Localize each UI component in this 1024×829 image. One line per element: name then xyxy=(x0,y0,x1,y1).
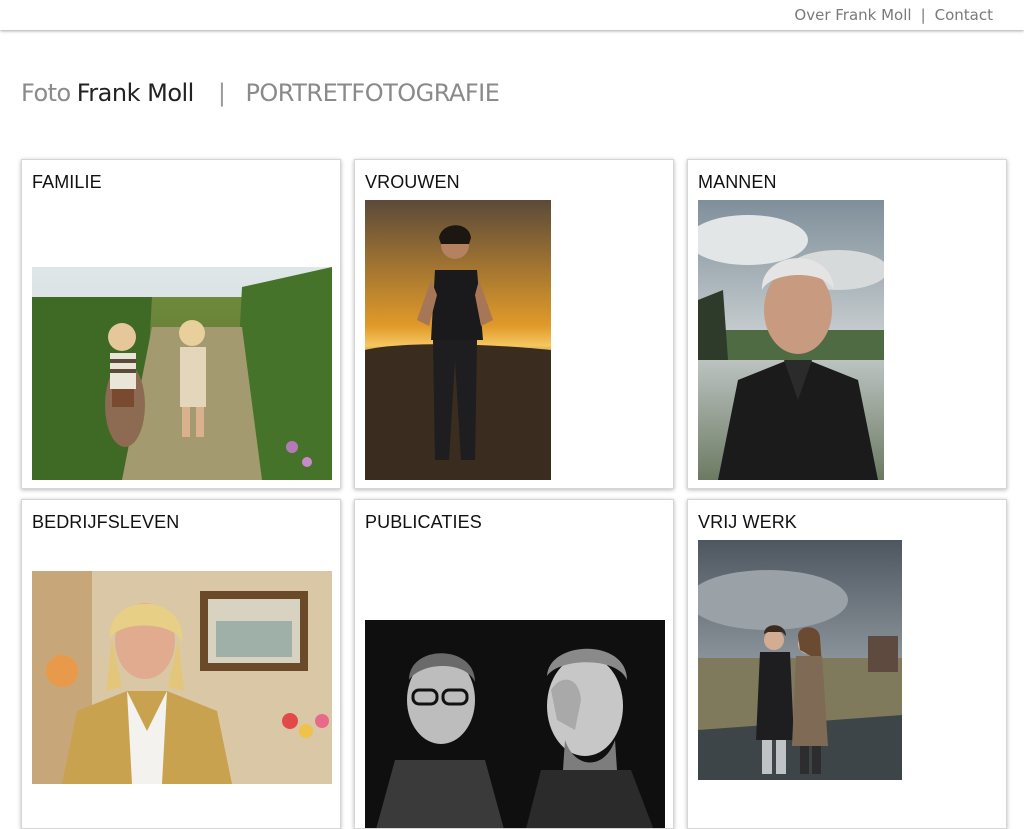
card-title[interactable]: PUBLICATIES xyxy=(365,512,482,533)
category-card-publicaties[interactable]: PUBLICATIES xyxy=(354,499,674,829)
nav-separator: | xyxy=(920,6,926,24)
category-card-vrouwen[interactable]: VROUWEN xyxy=(354,159,674,489)
card-photo-bedrijfsleven[interactable] xyxy=(32,571,332,784)
card-photo-publicaties[interactable] xyxy=(365,620,665,828)
nav-link-contact[interactable]: Contact xyxy=(935,6,993,24)
card-photo-mannen[interactable] xyxy=(698,200,884,480)
page-subtitle: PORTRETFOTOGRAFIE xyxy=(245,79,500,107)
top-nav-bar: Over Frank Moll | Contact xyxy=(0,0,1024,30)
category-card-bedrijfsleven[interactable]: BEDRIJFSLEVEN xyxy=(21,499,341,829)
site-header: Foto Frank Moll | PORTRETFOTOGRAFIE xyxy=(21,78,500,108)
card-title[interactable]: FAMILIE xyxy=(32,172,102,193)
header-separator: | xyxy=(217,79,226,107)
card-photo-vrouwen[interactable] xyxy=(365,200,551,480)
card-title[interactable]: MANNEN xyxy=(698,172,777,193)
card-photo-vrij-werk[interactable] xyxy=(698,540,902,780)
card-photo-familie[interactable] xyxy=(32,267,332,480)
brand-prefix[interactable]: Foto xyxy=(21,79,71,107)
card-title[interactable]: BEDRIJFSLEVEN xyxy=(32,512,179,533)
top-nav: Over Frank Moll | Contact xyxy=(794,6,993,24)
category-card-mannen[interactable]: MANNEN xyxy=(687,159,1007,489)
category-card-familie[interactable]: FAMILIE xyxy=(21,159,341,489)
card-title[interactable]: VROUWEN xyxy=(365,172,460,193)
card-title[interactable]: VRIJ WERK xyxy=(698,512,797,533)
category-card-vrij-werk[interactable]: VRIJ WERK xyxy=(687,499,1007,829)
brand-name[interactable]: Frank Moll xyxy=(77,79,195,107)
nav-link-about[interactable]: Over Frank Moll xyxy=(794,6,911,24)
